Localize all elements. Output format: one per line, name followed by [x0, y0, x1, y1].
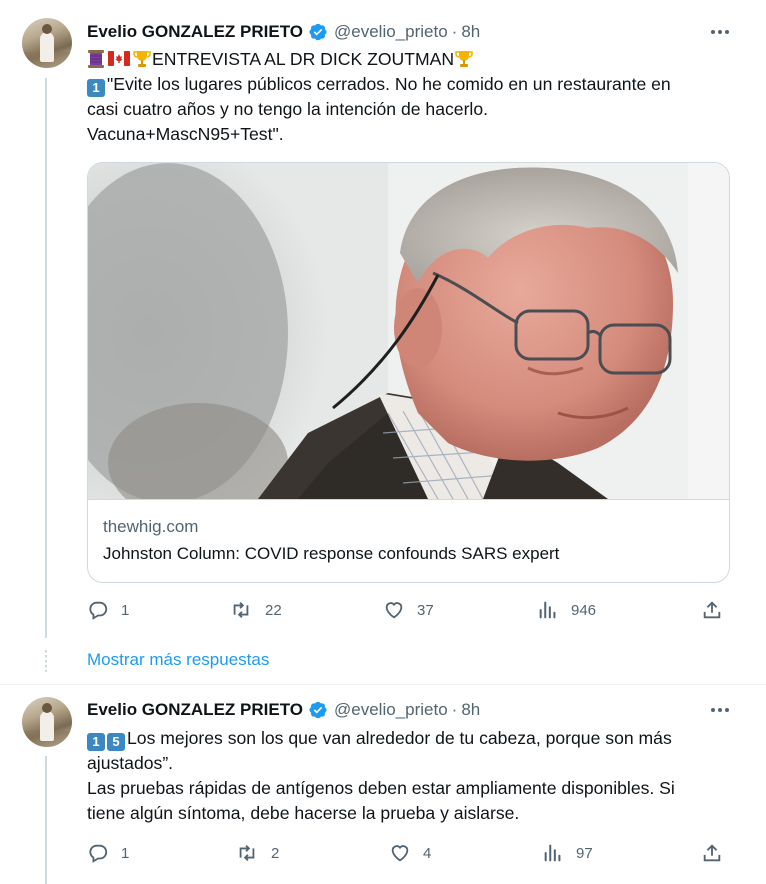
reply-count: 1: [121, 844, 130, 862]
timestamp[interactable]: 8h: [461, 700, 480, 720]
views-button[interactable]: 97: [542, 841, 593, 865]
like-count: 4: [423, 844, 432, 862]
share-button[interactable]: [701, 841, 723, 865]
avatar[interactable]: [22, 697, 72, 747]
link-card[interactable]: thewhig.com Johnston Column: COVID respo…: [87, 162, 730, 583]
author-name[interactable]: Evelio GONZALEZ PRIETO: [87, 700, 303, 720]
share-icon: [703, 601, 721, 619]
retweet-icon: [239, 845, 255, 861]
divider: [0, 684, 766, 685]
thread-line-lower: [45, 756, 47, 884]
trophy-emoji-icon: [455, 51, 473, 67]
tweet-line: Vacuna+MascN95+Test".: [87, 124, 284, 144]
tweet-actions: 1 2 4 97: [87, 841, 727, 865]
card-meta[interactable]: thewhig.com Johnston Column: COVID respo…: [88, 499, 729, 582]
author-name[interactable]: Evelio GONZALEZ PRIETO: [87, 22, 303, 42]
verified-badge-icon: [308, 22, 328, 42]
keycap-five-emoji-icon: 5: [107, 733, 125, 751]
reply-button[interactable]: 1: [87, 841, 129, 865]
keycap-one-emoji-icon: 1: [87, 79, 105, 97]
tweet-headline-line: ENTREVISTA AL DR DICK ZOUTMAN: [87, 47, 737, 72]
like-count: 37: [417, 601, 434, 619]
retweet-count: 2: [271, 844, 280, 862]
tweet-text: ENTREVISTA AL DR DICK ZOUTMAN 1 "Evite lo…: [87, 47, 737, 147]
thread-gap-dots: [45, 650, 47, 672]
tweet-text: 1 5 Los mejores son los que van alrededor …: [87, 726, 737, 826]
canada-flag-emoji-icon: [108, 51, 130, 66]
views-button[interactable]: 946: [537, 598, 596, 622]
tweet-actions: 1 22 37 946: [87, 598, 727, 622]
reply-icon: [89, 844, 108, 863]
card-image[interactable]: [88, 163, 729, 499]
separator-dot: ·: [451, 700, 458, 719]
share-icon: [703, 844, 721, 862]
tweet-header: Evelio GONZALEZ PRIETO @evelio_prieto · …: [87, 699, 480, 721]
tweet-line: Las pruebas rápidas de antígenos deben e…: [87, 778, 675, 798]
retweet-icon: [233, 602, 249, 618]
more-dots-icon[interactable]: [708, 21, 732, 43]
tweet-line: casi cuatro años y no tengo la intención…: [87, 99, 489, 119]
tweet-line: tiene algún síntoma, debe hacerse la pru…: [87, 803, 520, 823]
card-domain: thewhig.com: [103, 517, 199, 536]
trophy-emoji-icon: [133, 51, 151, 67]
thread-line-upper: [45, 78, 47, 638]
timestamp[interactable]: 8h: [461, 22, 480, 42]
keycap-one-emoji-icon: 1: [87, 733, 105, 751]
card-title: Johnston Column: COVID response confound…: [103, 544, 560, 563]
reply-icon: [89, 601, 108, 620]
tweet-headline: ENTREVISTA AL DR DICK ZOUTMAN: [152, 49, 455, 69]
views-count: 97: [576, 844, 593, 862]
tweet-line: ajustados”.: [87, 753, 174, 773]
retweet-count: 22: [265, 601, 282, 619]
author-handle[interactable]: @evelio_prieto: [334, 700, 448, 720]
retweet-button[interactable]: 22: [229, 598, 282, 622]
reply-count: 1: [121, 601, 130, 619]
retweet-button[interactable]: 2: [235, 841, 279, 865]
more-dots-icon[interactable]: [708, 699, 732, 721]
share-button[interactable]: [701, 598, 723, 622]
thread-spool-emoji-icon: [88, 50, 104, 68]
views-bar-chart-icon: [544, 844, 561, 862]
views-bar-chart-icon: [539, 601, 556, 619]
author-handle[interactable]: @evelio_prieto: [334, 22, 448, 42]
tweet-line: 1 5 Los mejores son los que van alrededor …: [87, 726, 737, 751]
like-button[interactable]: 37: [383, 598, 434, 622]
avatar[interactable]: [22, 18, 72, 68]
like-button[interactable]: 4: [389, 841, 431, 865]
reply-button[interactable]: 1: [87, 598, 129, 622]
show-more-replies-link[interactable]: Mostrar más respuestas: [87, 648, 269, 672]
like-heart-icon: [391, 845, 409, 862]
like-heart-icon: [385, 602, 403, 619]
tweet-line: 1 "Evite los lugares públicos cerrados. N…: [87, 72, 737, 97]
verified-badge-icon: [308, 700, 328, 720]
tweet-header: Evelio GONZALEZ PRIETO @evelio_prieto · …: [87, 21, 480, 43]
views-count: 946: [571, 601, 597, 619]
separator-dot: ·: [451, 22, 458, 41]
